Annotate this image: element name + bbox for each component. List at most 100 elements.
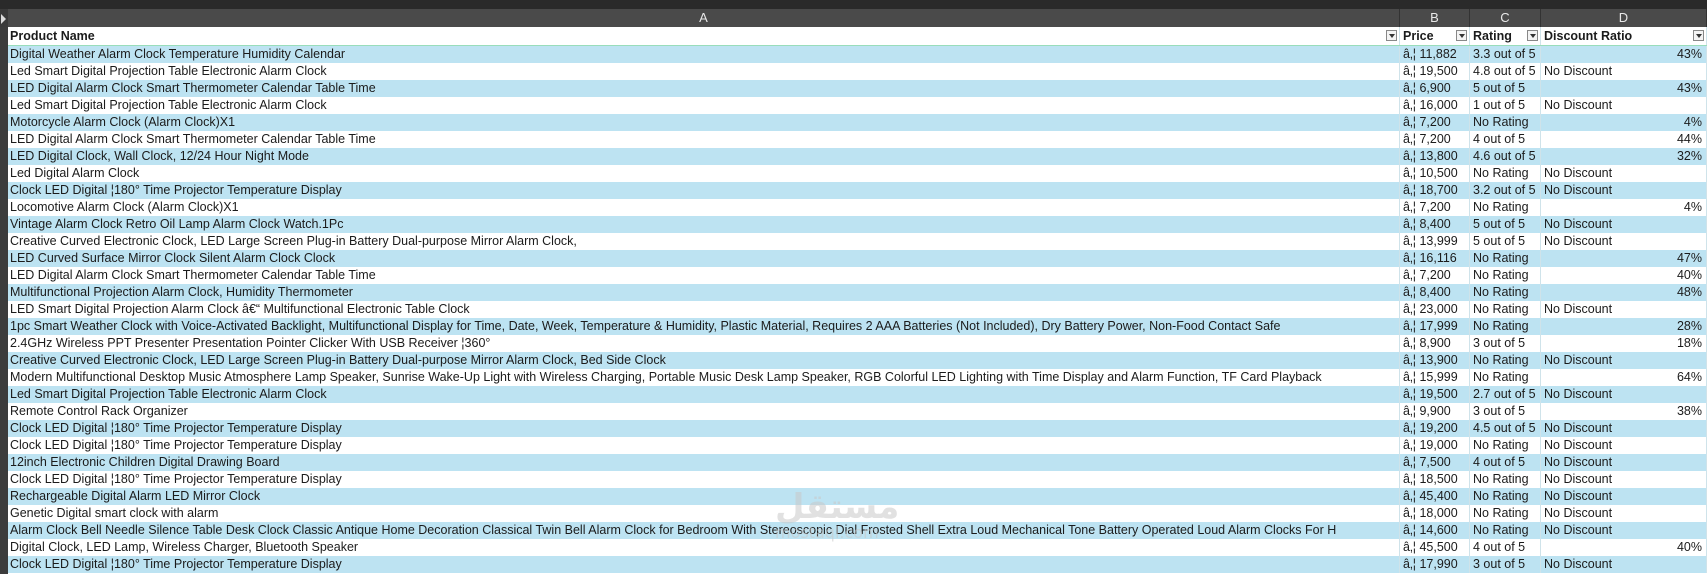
cell-product-name[interactable]: Locomotive Alarm Clock (Alarm Clock)X1	[8, 199, 1400, 216]
cell-discount[interactable]: No Discount	[1541, 420, 1707, 437]
cell-discount[interactable]: 48%	[1541, 284, 1707, 301]
cell-discount[interactable]: 47%	[1541, 250, 1707, 267]
cell-product-name[interactable]: Clock LED Digital ¦180° Time Projector T…	[8, 471, 1400, 488]
cell-product-name[interactable]: LED Digital Alarm Clock Smart Thermomete…	[8, 80, 1400, 97]
cell-product-name[interactable]: Alarm Clock Bell Needle Silence Table De…	[8, 522, 1400, 539]
cell-rating[interactable]: No Rating	[1470, 505, 1541, 522]
cell-discount[interactable]: No Discount	[1541, 488, 1707, 505]
cell-price[interactable]: â‚¦ 18,000	[1400, 505, 1470, 522]
cell-price[interactable]: â‚¦ 7,500	[1400, 454, 1470, 471]
cell-rating[interactable]: No Rating	[1470, 267, 1541, 284]
cell-product-name[interactable]: Led Digital Alarm Clock	[8, 165, 1400, 182]
column-header-c[interactable]: C	[1470, 9, 1541, 27]
cell-product-name[interactable]: 2.4GHz Wireless PPT Presenter Presentati…	[8, 335, 1400, 352]
cell-price[interactable]: â‚¦ 16,116	[1400, 250, 1470, 267]
cell-rating[interactable]: 4.8 out of 5	[1470, 63, 1541, 80]
cell-product-name[interactable]: Creative Curved Electronic Clock, LED La…	[8, 233, 1400, 250]
cell-price[interactable]: â‚¦ 16,000	[1400, 97, 1470, 114]
cell-rating[interactable]: 3.2 out of 5	[1470, 182, 1541, 199]
cell-price[interactable]: â‚¦ 8,400	[1400, 216, 1470, 233]
cell-product-name[interactable]: Led Smart Digital Projection Table Elect…	[8, 97, 1400, 114]
cell-price[interactable]: â‚¦ 18,500	[1400, 471, 1470, 488]
cell-rating[interactable]: 4 out of 5	[1470, 539, 1541, 556]
cell-rating[interactable]: 5 out of 5	[1470, 216, 1541, 233]
cell-discount[interactable]: 43%	[1541, 80, 1707, 97]
cell-discount[interactable]: No Discount	[1541, 522, 1707, 539]
cell-product-name[interactable]: LED Digital Alarm Clock Smart Thermomete…	[8, 131, 1400, 148]
header-cell-product[interactable]: Product Name	[8, 27, 1400, 45]
cell-price[interactable]: â‚¦ 19,500	[1400, 386, 1470, 403]
column-header-d[interactable]: D	[1541, 9, 1707, 27]
cell-rating[interactable]: 2.7 out of 5	[1470, 386, 1541, 403]
cell-discount[interactable]: 4%	[1541, 114, 1707, 131]
cell-discount[interactable]: No Discount	[1541, 471, 1707, 488]
cell-discount[interactable]: 32%	[1541, 148, 1707, 165]
cell-price[interactable]: â‚¦ 7,200	[1400, 114, 1470, 131]
cell-product-name[interactable]: Clock LED Digital ¦180° Time Projector T…	[8, 182, 1400, 199]
cell-price[interactable]: â‚¦ 8,400	[1400, 284, 1470, 301]
cell-rating[interactable]: 3 out of 5	[1470, 556, 1541, 573]
cell-rating[interactable]: No Rating	[1470, 199, 1541, 216]
cell-product-name[interactable]: 12inch Electronic Children Digital Drawi…	[8, 454, 1400, 471]
cell-price[interactable]: â‚¦ 6,900	[1400, 80, 1470, 97]
cell-rating[interactable]: No Rating	[1470, 165, 1541, 182]
cell-discount[interactable]: No Discount	[1541, 97, 1707, 114]
cell-rating[interactable]: No Rating	[1470, 437, 1541, 454]
cell-rating[interactable]: 3 out of 5	[1470, 403, 1541, 420]
cell-product-name[interactable]: Remote Control Rack Organizer	[8, 403, 1400, 420]
cell-price[interactable]: â‚¦ 7,200	[1400, 267, 1470, 284]
cell-product-name[interactable]: LED Smart Digital Projection Alarm Clock…	[8, 301, 1400, 318]
cell-price[interactable]: â‚¦ 45,500	[1400, 539, 1470, 556]
cell-price[interactable]: â‚¦ 13,999	[1400, 233, 1470, 250]
cell-price[interactable]: â‚¦ 13,900	[1400, 352, 1470, 369]
cell-rating[interactable]: No Rating	[1470, 318, 1541, 335]
cell-discount[interactable]: 28%	[1541, 318, 1707, 335]
cell-discount[interactable]: No Discount	[1541, 216, 1707, 233]
cell-rating[interactable]: No Rating	[1470, 352, 1541, 369]
header-cell-rating[interactable]: Rating	[1470, 27, 1541, 45]
cell-rating[interactable]: No Rating	[1470, 301, 1541, 318]
cell-discount[interactable]: No Discount	[1541, 386, 1707, 403]
cell-product-name[interactable]: Multifunctional Projection Alarm Clock, …	[8, 284, 1400, 301]
cell-product-name[interactable]: Modern Multifunctional Desktop Music Atm…	[8, 369, 1400, 386]
cell-product-name[interactable]: LED Digital Alarm Clock Smart Thermomete…	[8, 267, 1400, 284]
cell-discount[interactable]: No Discount	[1541, 301, 1707, 318]
cell-rating[interactable]: 4 out of 5	[1470, 131, 1541, 148]
cell-rating[interactable]: 4.5 out of 5	[1470, 420, 1541, 437]
cell-discount[interactable]: No Discount	[1541, 437, 1707, 454]
cell-rating[interactable]: 1 out of 5	[1470, 97, 1541, 114]
cell-rating[interactable]: No Rating	[1470, 471, 1541, 488]
select-all-corner[interactable]	[0, 9, 8, 27]
cell-price[interactable]: â‚¦ 17,990	[1400, 556, 1470, 573]
cell-price[interactable]: â‚¦ 7,200	[1400, 199, 1470, 216]
cell-discount[interactable]: 4%	[1541, 199, 1707, 216]
cell-product-name[interactable]: Rechargeable Digital Alarm LED Mirror Cl…	[8, 488, 1400, 505]
cell-price[interactable]: â‚¦ 10,500	[1400, 165, 1470, 182]
cell-price[interactable]: â‚¦ 11,882	[1400, 46, 1470, 63]
cell-product-name[interactable]: Led Smart Digital Projection Table Elect…	[8, 386, 1400, 403]
cell-discount[interactable]: 44%	[1541, 131, 1707, 148]
cell-rating[interactable]: 4.6 out of 5	[1470, 148, 1541, 165]
cell-discount[interactable]: No Discount	[1541, 352, 1707, 369]
cell-discount[interactable]: 38%	[1541, 403, 1707, 420]
cell-price[interactable]: â‚¦ 17,999	[1400, 318, 1470, 335]
header-cell-discount[interactable]: Discount Ratio	[1541, 27, 1707, 45]
cell-price[interactable]: â‚¦ 45,400	[1400, 488, 1470, 505]
cell-price[interactable]: â‚¦ 15,999	[1400, 369, 1470, 386]
cell-discount[interactable]: No Discount	[1541, 165, 1707, 182]
cell-discount[interactable]: No Discount	[1541, 233, 1707, 250]
filter-dropdown-icon[interactable]	[1693, 30, 1704, 41]
cell-product-name[interactable]: LED Digital Clock, Wall Clock, 12/24 Hou…	[8, 148, 1400, 165]
cell-price[interactable]: â‚¦ 19,000	[1400, 437, 1470, 454]
cell-discount[interactable]: 40%	[1541, 267, 1707, 284]
cell-product-name[interactable]: Led Smart Digital Projection Table Elect…	[8, 63, 1400, 80]
cell-price[interactable]: â‚¦ 13,800	[1400, 148, 1470, 165]
column-header-a[interactable]: A	[8, 9, 1400, 27]
cell-rating[interactable]: 5 out of 5	[1470, 233, 1541, 250]
cell-product-name[interactable]: Vintage Alarm Clock Retro Oil Lamp Alarm…	[8, 216, 1400, 233]
filter-dropdown-icon[interactable]	[1386, 30, 1397, 41]
cell-product-name[interactable]: Digital Clock, LED Lamp, Wireless Charge…	[8, 539, 1400, 556]
cell-product-name[interactable]: Genetic Digital smart clock with alarm	[8, 505, 1400, 522]
cell-rating[interactable]: No Rating	[1470, 284, 1541, 301]
filter-dropdown-icon[interactable]	[1527, 30, 1538, 41]
